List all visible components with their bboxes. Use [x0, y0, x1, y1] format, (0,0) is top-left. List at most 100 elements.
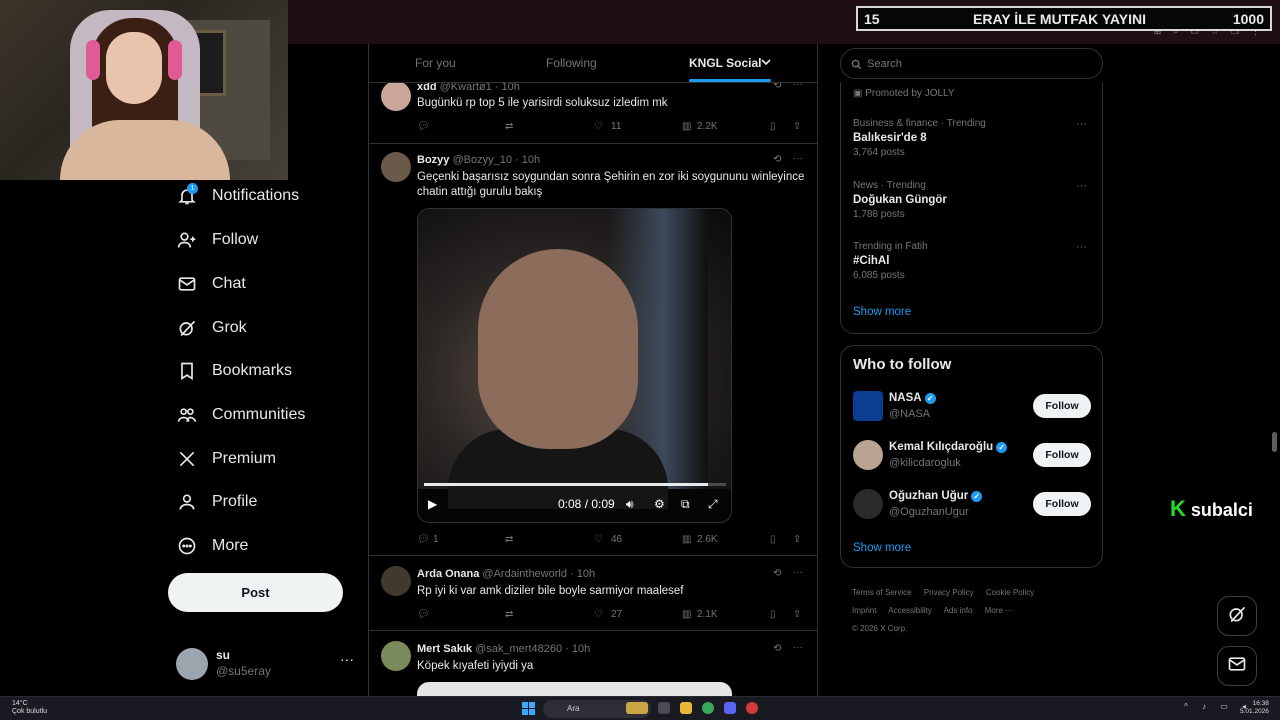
trends-show-more-link[interactable]: Show more	[853, 306, 911, 318]
repost-icon[interactable]: ⇄	[505, 534, 513, 545]
tweet-time[interactable]: 10h	[522, 154, 540, 166]
tweet-media[interactable]	[417, 682, 732, 696]
avatar[interactable]	[381, 641, 411, 671]
tweet-author-handle[interactable]: @sak_mert48260	[475, 643, 562, 655]
views-icon[interactable]: ▥	[682, 121, 691, 132]
share-icon[interactable]: ⇪	[793, 609, 801, 620]
chrome-icon[interactable]	[702, 702, 714, 714]
task-view-icon[interactable]	[658, 702, 670, 714]
file-explorer-icon[interactable]	[680, 702, 692, 714]
follow-button[interactable]: Follow	[1033, 443, 1091, 467]
like-icon[interactable]: ♡	[594, 609, 603, 620]
bookmark-icon[interactable]: ▯	[770, 121, 776, 132]
trend-item[interactable]: Business & finance · Trending Balıkesir'…	[853, 118, 1093, 158]
volume-icon[interactable]: 🔊︎	[626, 497, 634, 512]
who-to-follow-show-more-link[interactable]: Show more	[853, 542, 911, 554]
scrollbar-thumb[interactable]	[1272, 432, 1277, 452]
grok-floating-button[interactable]	[1217, 596, 1257, 636]
more-dots-icon[interactable]: ···	[1076, 118, 1087, 130]
search-input[interactable]	[867, 55, 1087, 73]
fullscreen-icon[interactable]: ⤢	[708, 497, 718, 512]
follow-suggestion[interactable]: Kemal Kılıçdaroğlu ✓ @kilicdarogluk Follo…	[853, 440, 1093, 476]
share-icon[interactable]: ⇪	[793, 534, 801, 545]
footer-link[interactable]: Imprint	[852, 606, 876, 615]
tweet-author-handle[interactable]: @Bozyy_10	[452, 154, 511, 166]
settings-icon[interactable]: ⚙	[654, 497, 665, 511]
reply-icon[interactable]: 💬︎	[417, 534, 430, 545]
nav-chat[interactable]: Chat	[176, 269, 246, 299]
follow-suggestion[interactable]: NASA ✓ @NASA Follow	[853, 391, 1093, 427]
messages-floating-button[interactable]	[1217, 646, 1257, 686]
follow-suggestion[interactable]: Oğuzhan Uğur ✓ @OguzhanUgur Follow	[853, 489, 1093, 525]
video-player[interactable]: ▶ 0:08 / 0:09 🔊︎ ⚙ ⧉ ⤢	[417, 208, 732, 523]
footer-link[interactable]: Terms of Service	[852, 588, 912, 597]
reply-icon[interactable]: 💬︎	[417, 609, 430, 620]
more-dots-icon[interactable]: ···	[793, 642, 803, 653]
footer-link[interactable]: More ···	[985, 606, 1013, 615]
bookmark-icon[interactable]: ▯	[770, 609, 776, 620]
windows-start-icon[interactable]	[522, 702, 535, 715]
avatar[interactable]	[853, 391, 883, 421]
tab-kngl-social[interactable]: KNGL Social	[689, 56, 761, 70]
more-dots-icon[interactable]: ···	[340, 651, 354, 667]
tweet[interactable]: Bozyy @Bozyy_10 · 10h ⟲ ··· Geçenki başa…	[369, 144, 817, 556]
taskbar-clock[interactable]: 16:38 5.01.2026	[1240, 700, 1269, 716]
search-field[interactable]	[840, 48, 1103, 79]
more-dots-icon[interactable]: ···	[1076, 241, 1087, 253]
footer-link[interactable]: Privacy Policy	[924, 588, 974, 597]
avatar[interactable]	[381, 81, 411, 111]
tweet-author-name[interactable]: Arda Onana	[417, 568, 479, 580]
avatar[interactable]	[381, 152, 411, 182]
views-icon[interactable]: ▥	[682, 534, 691, 545]
video-progress-bar[interactable]	[424, 483, 726, 486]
tweet-author-name[interactable]: Bozyy	[417, 154, 449, 166]
suggestion-name[interactable]: Oğuzhan Uğur	[889, 490, 968, 502]
avatar[interactable]	[381, 566, 411, 596]
pip-icon[interactable]: ⧉	[681, 497, 690, 512]
avatar[interactable]	[853, 440, 883, 470]
trend-item[interactable]: News · Trending Doğukan Güngör 1,788 pos…	[853, 180, 1093, 220]
footer-link[interactable]: Ads info	[944, 606, 973, 615]
more-dots-icon[interactable]: ···	[1076, 180, 1087, 192]
tweet[interactable]: xdd @Kwartø1 · 10h ⟲ ··· Bugünkü rp top …	[369, 74, 817, 144]
account-switcher[interactable]: su @su5eray ···	[176, 645, 356, 685]
follow-button[interactable]: Follow	[1033, 492, 1091, 516]
repost-icon[interactable]: ⇄	[505, 121, 513, 132]
tab-for-you[interactable]: For you	[415, 56, 456, 70]
like-icon[interactable]: ♡	[594, 121, 603, 132]
nav-profile[interactable]: Profile	[176, 487, 257, 517]
more-dots-icon[interactable]: ···	[793, 153, 803, 164]
tab-following[interactable]: Following	[546, 56, 597, 70]
tweet[interactable]: Arda Onana @Ardaintheworld · 10h ⟲ ··· R…	[369, 556, 817, 631]
nav-bookmarks[interactable]: Bookmarks	[176, 356, 292, 386]
weather-widget[interactable]: 14°C Çok bulutlu	[12, 700, 47, 716]
bookmark-icon[interactable]: ▯	[770, 534, 776, 545]
tweet-time[interactable]: 10h	[572, 643, 590, 655]
avatar[interactable]	[853, 489, 883, 519]
widgets-icon[interactable]	[626, 702, 648, 714]
chevron-down-icon[interactable]	[761, 56, 771, 70]
tweet[interactable]: Mert Sakık @sak_mert48260 · 10h ⟲ ··· Kö…	[369, 631, 817, 696]
nav-more[interactable]: More	[176, 531, 248, 561]
footer-link[interactable]: Cookie Policy	[986, 588, 1034, 597]
obs-icon[interactable]	[746, 702, 758, 714]
nav-grok[interactable]: Grok	[176, 313, 247, 343]
play-icon[interactable]: ▶	[428, 497, 437, 511]
grok-icon[interactable]: ⟲	[773, 568, 781, 579]
repost-icon[interactable]: ⇄	[505, 609, 513, 620]
more-dots-icon[interactable]: ···	[793, 567, 803, 578]
suggestion-name[interactable]: NASA	[889, 392, 922, 404]
share-icon[interactable]: ⇪	[793, 121, 801, 132]
nav-follow[interactable]: Follow	[176, 225, 258, 255]
trend-item[interactable]: Trending in Fatih #CihAl 6,085 posts ···	[853, 241, 1093, 281]
nav-communities[interactable]: Communities	[176, 400, 305, 430]
tweet-author-handle[interactable]: @Ardaintheworld	[482, 568, 567, 580]
nav-premium[interactable]: Premium	[176, 444, 276, 474]
tweet-time[interactable]: 10h	[577, 568, 595, 580]
discord-icon[interactable]	[724, 702, 736, 714]
views-icon[interactable]: ▥	[682, 609, 691, 620]
grok-icon[interactable]: ⟲	[773, 154, 781, 165]
like-icon[interactable]: ♡	[594, 534, 603, 545]
grok-icon[interactable]: ⟲	[773, 643, 781, 654]
suggestion-name[interactable]: Kemal Kılıçdaroğlu	[889, 441, 993, 453]
